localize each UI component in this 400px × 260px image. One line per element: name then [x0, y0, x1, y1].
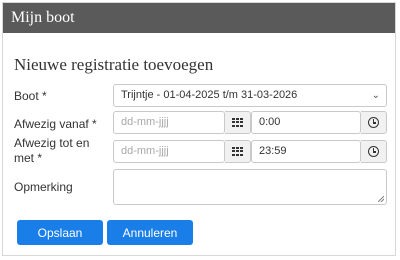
form-heading: Nieuwe registratie toevoegen	[14, 55, 214, 74]
absent-until-label: Afwezig tot en met *	[14, 136, 89, 166]
boat-select-value: Trijntje - 01-04-2025 t/m 31-03-2026	[121, 89, 298, 101]
cancel-button[interactable]: Annuleren	[107, 220, 193, 245]
boat-label: Boot *	[14, 89, 47, 103]
save-button[interactable]: Opslaan	[17, 220, 103, 245]
clock-icon	[368, 117, 379, 128]
chevron-down-icon: ⌄	[371, 90, 380, 101]
absent-from-clock-button[interactable]	[361, 111, 387, 134]
remark-label: Opmerking	[14, 180, 73, 194]
absent-until-time-value: 23:59	[259, 145, 287, 157]
absent-until-time-input[interactable]: 23:59	[251, 140, 361, 163]
calendar-icon	[232, 146, 243, 157]
resize-grip-icon[interactable]	[378, 196, 384, 202]
remark-textarea[interactable]	[113, 169, 387, 205]
calendar-icon	[232, 117, 243, 128]
absent-until-date-placeholder: dd-mm-jjjj	[121, 145, 169, 157]
absent-from-time-input[interactable]: 0:00	[251, 111, 361, 134]
clock-icon	[368, 146, 379, 157]
absent-from-date-input[interactable]: dd-mm-jjjj	[113, 111, 225, 134]
absent-until-calendar-button[interactable]	[225, 140, 251, 163]
absent-from-date-placeholder: dd-mm-jjjj	[121, 116, 169, 128]
absent-until-date-input[interactable]: dd-mm-jjjj	[113, 140, 225, 163]
absent-until-label-line2: met *	[14, 151, 43, 165]
absent-from-time-value: 0:00	[259, 116, 281, 128]
dialog: Mijn boot Nieuwe registratie toevoegen B…	[2, 2, 396, 256]
absent-from-calendar-button[interactable]	[225, 111, 251, 134]
absent-until-label-line1: Afwezig tot en	[14, 136, 90, 150]
boat-select[interactable]: Trijntje - 01-04-2025 t/m 31-03-2026 ⌄	[113, 84, 387, 107]
absent-until-clock-button[interactable]	[361, 140, 387, 163]
absent-from-label: Afwezig vanaf *	[14, 117, 97, 131]
window-title: Mijn boot	[3, 3, 395, 33]
